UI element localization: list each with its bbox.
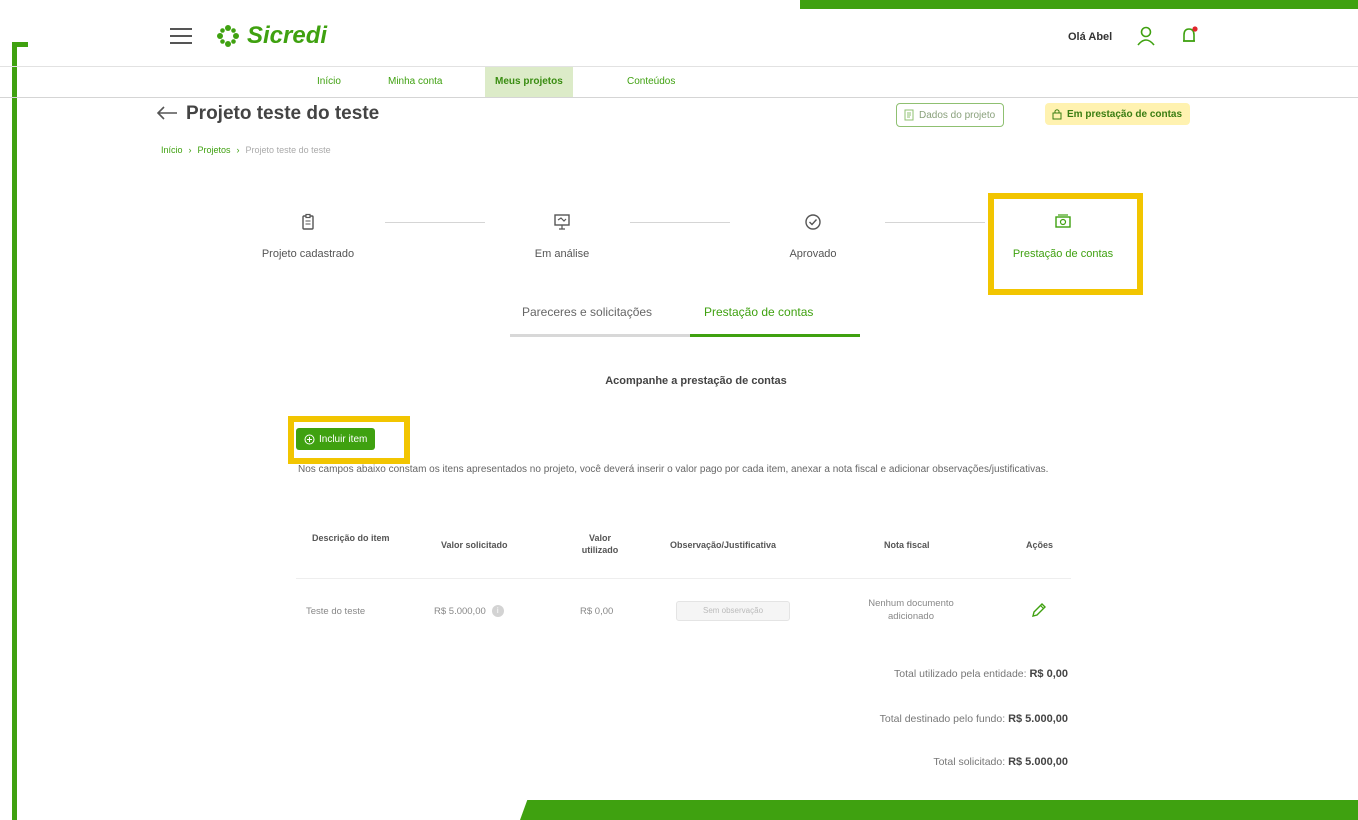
sicredi-logo-icon [217, 25, 239, 47]
step-em-analise: Em análise [482, 212, 642, 262]
total-used-label: Total utilizado pela entidade: [894, 668, 1027, 680]
notification-bell-icon[interactable] [1178, 25, 1200, 47]
total-used: Total utilizado pela entidade: R$ 0,00 [894, 668, 1068, 680]
nav-minha-conta[interactable]: Minha conta [378, 67, 452, 97]
total-destined: Total destinado pelo fundo: R$ 5.000,00 [880, 713, 1068, 725]
helper-text: Nos campos abaixo constam os itens apres… [298, 464, 1049, 475]
table-header: Descrição do item Valor solicitado Valor… [296, 522, 1071, 579]
edit-pencil-icon[interactable] [1030, 601, 1048, 619]
highlight-annotation [288, 416, 410, 464]
breadcrumb-projetos[interactable]: Projetos [198, 145, 231, 155]
stepper-connector [885, 222, 985, 223]
document-icon [904, 109, 914, 121]
total-used-value: R$ 0,00 [1029, 668, 1068, 680]
cell-description: Teste do teste [306, 606, 366, 617]
back-arrow-icon[interactable] [155, 104, 179, 122]
cell-requested: R$ 5.000,00 i [434, 605, 504, 618]
stepper-connector [630, 222, 730, 223]
status-badge: Em prestação de contas [1045, 103, 1191, 125]
breadcrumb-separator-icon: › [188, 145, 192, 155]
step-aprovado: Aprovado [733, 212, 893, 262]
tab-active-indicator [690, 334, 860, 337]
project-data-button[interactable]: Dados do projeto [896, 103, 1005, 127]
decorative-frame-tick [12, 42, 28, 47]
page-title: Projeto teste do teste [186, 103, 380, 124]
highlight-annotation [988, 193, 1143, 295]
nav-meus-projetos[interactable]: Meus projetos [485, 67, 573, 97]
expense-table: Descrição do item Valor solicitado Valor… [296, 522, 1071, 637]
observation-button[interactable]: Sem observação [676, 601, 790, 621]
total-destined-label: Total destinado pelo fundo: [879, 713, 1006, 725]
user-greeting: Olá Abel [1068, 31, 1113, 43]
clipboard-icon [302, 213, 314, 230]
logo-text: Sicredi [247, 22, 328, 49]
cell-invoice: Nenhum documento adicionado [868, 598, 954, 622]
step-label: Em análise [534, 248, 590, 260]
logo[interactable]: Sicredi [215, 22, 327, 50]
nav-inicio[interactable]: Início [307, 67, 351, 97]
decorative-frame-bottom [520, 800, 1358, 820]
header-used: Valor utilizado [581, 533, 619, 555]
status-label: Em prestação de contas [1067, 108, 1183, 120]
total-destined-value: R$ 5.000,00 [1008, 713, 1068, 725]
decorative-frame-left [12, 42, 17, 820]
presentation-icon [554, 214, 570, 230]
header-description: Descrição do item [312, 533, 390, 543]
breadcrumb: Início › Projetos › Projeto teste do tes… [161, 145, 331, 155]
info-icon[interactable]: i [491, 605, 504, 618]
header-actions: Ações [1026, 540, 1054, 550]
step-label: Aprovado [789, 248, 837, 260]
total-requested: Total solicitado: R$ 5.000,00 [933, 756, 1068, 768]
header-requested: Valor solicitado [441, 540, 508, 550]
decorative-frame-top [800, 0, 1358, 9]
stepper-connector [385, 222, 485, 223]
header-observation: Observação/Justificativa [670, 540, 777, 550]
step-projeto-cadastrado: Projeto cadastrado [228, 212, 388, 262]
header-invoice: Nota fiscal [884, 540, 930, 550]
top-nav: Início Minha conta Meus projetos Conteúd… [0, 66, 1358, 98]
breadcrumb-separator-icon: › [236, 145, 240, 155]
breadcrumb-inicio[interactable]: Início [161, 145, 183, 155]
section-title: Acompanhe a prestação de contas [0, 375, 1358, 387]
table-row: Teste do teste R$ 5.000,00 i R$ 0,00 Sem … [296, 579, 1071, 637]
cell-requested-value: R$ 5.000,00 [434, 606, 486, 617]
section-title-text: Acompanhe a prestação de contas [605, 375, 787, 387]
user-icon[interactable] [1135, 25, 1157, 47]
total-requested-value: R$ 5.000,00 [1008, 756, 1068, 768]
project-data-label: Dados do projeto [919, 109, 996, 121]
step-label: Projeto cadastrado [261, 248, 355, 260]
tab-prestacao-de-contas[interactable]: Prestação de contas [704, 305, 813, 319]
total-requested-label: Total solicitado: [933, 756, 1006, 768]
lock-icon [1052, 109, 1062, 120]
tab-pareceres[interactable]: Pareceres e solicitações [522, 305, 652, 319]
breadcrumb-current: Projeto teste do teste [245, 145, 331, 155]
cell-used: R$ 0,00 [580, 606, 614, 617]
nav-conteudos[interactable]: Conteúdos [617, 67, 685, 97]
check-circle-icon [805, 214, 821, 230]
hamburger-menu-icon[interactable] [170, 28, 192, 46]
